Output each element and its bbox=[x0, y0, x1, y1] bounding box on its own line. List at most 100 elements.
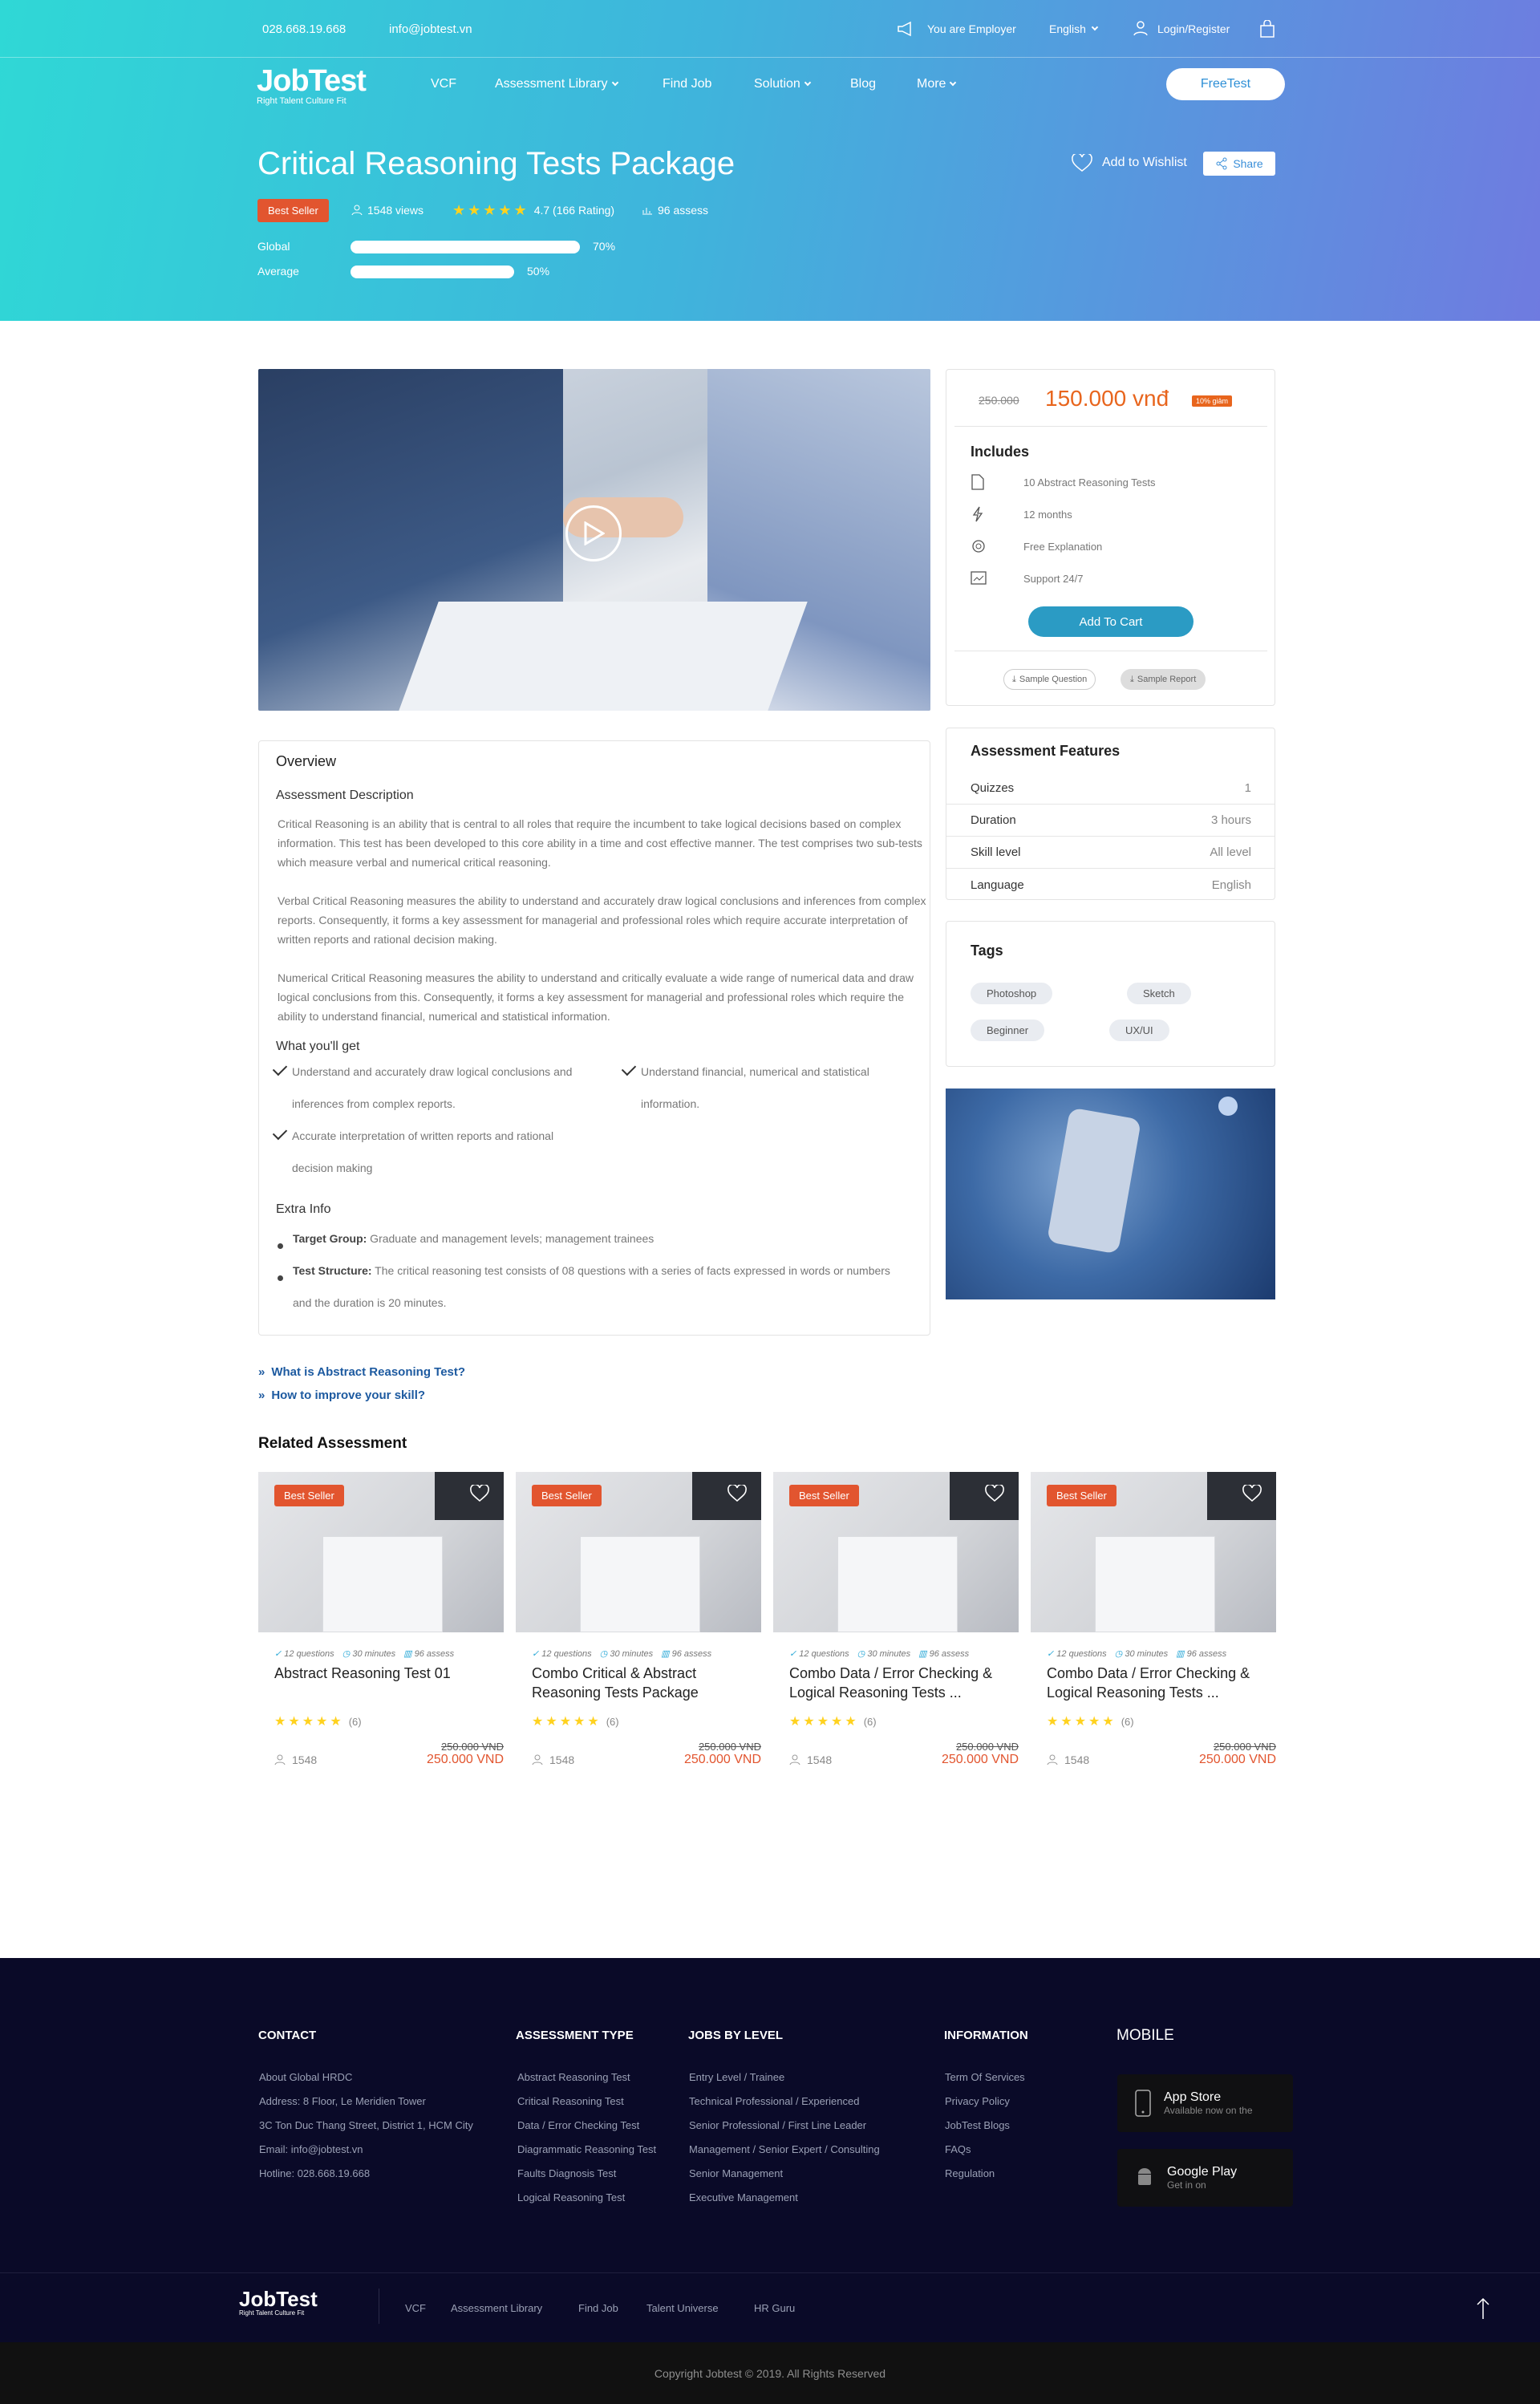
video-player[interactable] bbox=[258, 369, 930, 711]
footer-bottom-link[interactable]: Assessment Library bbox=[451, 2302, 542, 2314]
add-to-cart-button[interactable]: Add To Cart bbox=[1028, 606, 1194, 637]
footer-link[interactable]: Senior Professional / First Line Leader bbox=[689, 2119, 866, 2131]
footer-link[interactable]: FAQs bbox=[945, 2143, 971, 2155]
footer-link[interactable]: Entry Level / Trainee bbox=[689, 2071, 784, 2083]
app-store-button[interactable]: App Store Available now on the bbox=[1117, 2074, 1293, 2132]
play-icon[interactable] bbox=[565, 505, 622, 561]
footer-link[interactable]: Faults Diagnosis Test bbox=[517, 2167, 616, 2179]
clock-icon: ◷ bbox=[857, 1649, 868, 1659]
tag-chip[interactable]: Beginner bbox=[971, 1020, 1045, 1041]
description-paragraph: Verbal Critical Reasoning measures the a… bbox=[278, 894, 926, 946]
employer-link[interactable]: You are Employer bbox=[927, 22, 1016, 35]
nav-solution[interactable]: Solution bbox=[754, 77, 812, 91]
chevron-down-icon bbox=[950, 79, 957, 87]
related-card[interactable]: Best Seller ✓ 12 questions ◷ 30 minutes ▥ 9… bbox=[258, 1472, 504, 1767]
footer-link[interactable]: Senior Management bbox=[689, 2167, 783, 2179]
footer-link[interactable]: Technical Professional / Experienced bbox=[689, 2095, 859, 2107]
related-card-image[interactable]: Best Seller bbox=[1031, 1472, 1276, 1632]
include-item: 12 months bbox=[1023, 509, 1072, 521]
related-card[interactable]: Best Seller ✓ 12 questions ◷ 30 minutes ▥ 9… bbox=[516, 1472, 761, 1767]
footer-link[interactable]: Diagrammatic Reasoning Test bbox=[517, 2143, 656, 2155]
faq-link[interactable]: » What is Abstract Reasoning Test? bbox=[258, 1365, 465, 1379]
back-to-top-icon[interactable] bbox=[1476, 2297, 1490, 2320]
store-sub: Get in on bbox=[1167, 2179, 1206, 2191]
nav-label: More bbox=[917, 77, 946, 91]
heart-icon[interactable] bbox=[470, 1485, 489, 1502]
documents-on-desk bbox=[399, 602, 808, 711]
users-count: 1548 bbox=[789, 1752, 832, 1767]
promo-image bbox=[946, 1088, 1275, 1299]
duration: ◷ 30 minutes bbox=[1115, 1648, 1168, 1659]
related-card-footer: 1548 250.000 VND 250.000 VND bbox=[773, 1741, 1019, 1767]
sample-question-label: Sample Question bbox=[1019, 675, 1088, 684]
price-block: 250.000 VND 250.000 VND bbox=[1199, 1741, 1276, 1767]
nav-more[interactable]: More bbox=[917, 77, 957, 91]
phone-link[interactable]: 028.668.19.668 bbox=[262, 22, 346, 36]
footer-bottom-link[interactable]: Talent Universe bbox=[646, 2302, 719, 2314]
related-card-title[interactable]: Combo Data / Error Checking & Logical Re… bbox=[1031, 1664, 1276, 1705]
related-card-image[interactable]: Best Seller bbox=[516, 1472, 761, 1632]
footer-link[interactable]: Data / Error Checking Test bbox=[517, 2119, 639, 2131]
footer-link[interactable]: Critical Reasoning Test bbox=[517, 2095, 624, 2107]
laptop-illustration bbox=[435, 1472, 504, 1520]
site-logo[interactable]: JobTest Right Talent Culture Fit bbox=[257, 66, 367, 106]
related-card-title[interactable]: Combo Critical & Abstract Reasoning Test… bbox=[516, 1664, 761, 1705]
footer-link[interactable]: Logical Reasoning Test bbox=[517, 2191, 625, 2203]
related-card[interactable]: Best Seller ✓ 12 questions ◷ 30 minutes ▥ 9… bbox=[773, 1472, 1019, 1767]
nav-assessment-library[interactable]: Assessment Library bbox=[495, 77, 618, 91]
star-rating-icon: ★★★★★ bbox=[1047, 1715, 1116, 1729]
language-select[interactable]: English bbox=[1049, 22, 1099, 35]
footer-bottom-link[interactable]: Find Job bbox=[578, 2302, 618, 2314]
wishlist-button[interactable]: Add to Wishlist bbox=[1072, 154, 1187, 172]
footer-bottom-link[interactable]: HR Guru bbox=[754, 2302, 795, 2314]
login-link[interactable]: Login/Register bbox=[1157, 22, 1230, 35]
user-icon bbox=[1047, 1754, 1058, 1765]
faq-link[interactable]: » How to improve your skill? bbox=[258, 1388, 425, 1402]
email-link[interactable]: info@jobtest.vn bbox=[389, 22, 472, 36]
tag-chip[interactable]: Sketch bbox=[1127, 983, 1191, 1004]
divider bbox=[954, 426, 1267, 427]
footer-link[interactable]: JobTest Blogs bbox=[945, 2119, 1010, 2131]
heart-icon[interactable] bbox=[985, 1485, 1004, 1502]
feature-value: English bbox=[1211, 878, 1251, 892]
footer-link[interactable]: Regulation bbox=[945, 2167, 995, 2179]
tags-title: Tags bbox=[971, 943, 1003, 959]
footer-link[interactable]: Management / Senior Expert / Consulting bbox=[689, 2143, 880, 2155]
nav-vcf[interactable]: VCF bbox=[431, 77, 456, 91]
footer-link[interactable]: Executive Management bbox=[689, 2191, 798, 2203]
related-card-title[interactable]: Abstract Reasoning Test 01 bbox=[258, 1664, 504, 1705]
heart-icon[interactable] bbox=[1242, 1485, 1262, 1502]
sample-question-button[interactable]: ⤓ Sample Question bbox=[1003, 669, 1096, 690]
footer-logo[interactable]: JobTest Right Talent Culture Fit bbox=[239, 2288, 318, 2317]
google-play-button[interactable]: Google Play Get in on bbox=[1117, 2149, 1293, 2207]
nav-blog[interactable]: Blog bbox=[850, 77, 876, 91]
check-icon bbox=[621, 1060, 637, 1076]
footer-link[interactable]: About Global HRDC bbox=[259, 2071, 352, 2083]
footer-link[interactable]: Abstract Reasoning Test bbox=[517, 2071, 630, 2083]
related-title: Related Assessment bbox=[258, 1435, 407, 1452]
footer-text: Hotline: 028.668.19.668 bbox=[259, 2167, 371, 2179]
footer-link[interactable]: Privacy Policy bbox=[945, 2095, 1010, 2107]
bar-label-average: Average bbox=[257, 265, 299, 278]
rating: ★★★★★ 4.7 (166 Rating) bbox=[452, 199, 614, 221]
megaphone-icon bbox=[897, 21, 916, 37]
sample-report-button[interactable]: ⤓ Sample Report bbox=[1121, 669, 1206, 690]
related-card-title[interactable]: Combo Data / Error Checking & Logical Re… bbox=[773, 1664, 1019, 1705]
related-card-image[interactable]: Best Seller bbox=[773, 1472, 1019, 1632]
heart-icon[interactable] bbox=[727, 1485, 747, 1502]
price-block: 250.000 VND 250.000 VND bbox=[942, 1741, 1019, 1767]
clipboard-illustration bbox=[580, 1536, 700, 1632]
related-card[interactable]: Best Seller ✓ 12 questions ◷ 30 minutes ▥ 9… bbox=[1031, 1472, 1276, 1767]
footer-link[interactable]: Term Of Services bbox=[945, 2071, 1025, 2083]
freetest-button[interactable]: FreeTest bbox=[1166, 68, 1285, 100]
extra-info-value: Graduate and management levels; manageme… bbox=[367, 1232, 654, 1245]
share-button[interactable]: Share bbox=[1203, 152, 1275, 176]
cart-icon[interactable] bbox=[1259, 20, 1275, 38]
tag-chip[interactable]: Photoshop bbox=[971, 983, 1053, 1004]
related-card-image[interactable]: Best Seller bbox=[258, 1472, 504, 1632]
user-icon bbox=[351, 205, 363, 216]
footer-bottom-link[interactable]: VCF bbox=[405, 2302, 426, 2314]
mobile-phone-icon bbox=[1135, 2090, 1151, 2117]
tag-chip[interactable]: UX/UI bbox=[1109, 1020, 1169, 1041]
nav-find-job[interactable]: Find Job bbox=[663, 77, 711, 91]
